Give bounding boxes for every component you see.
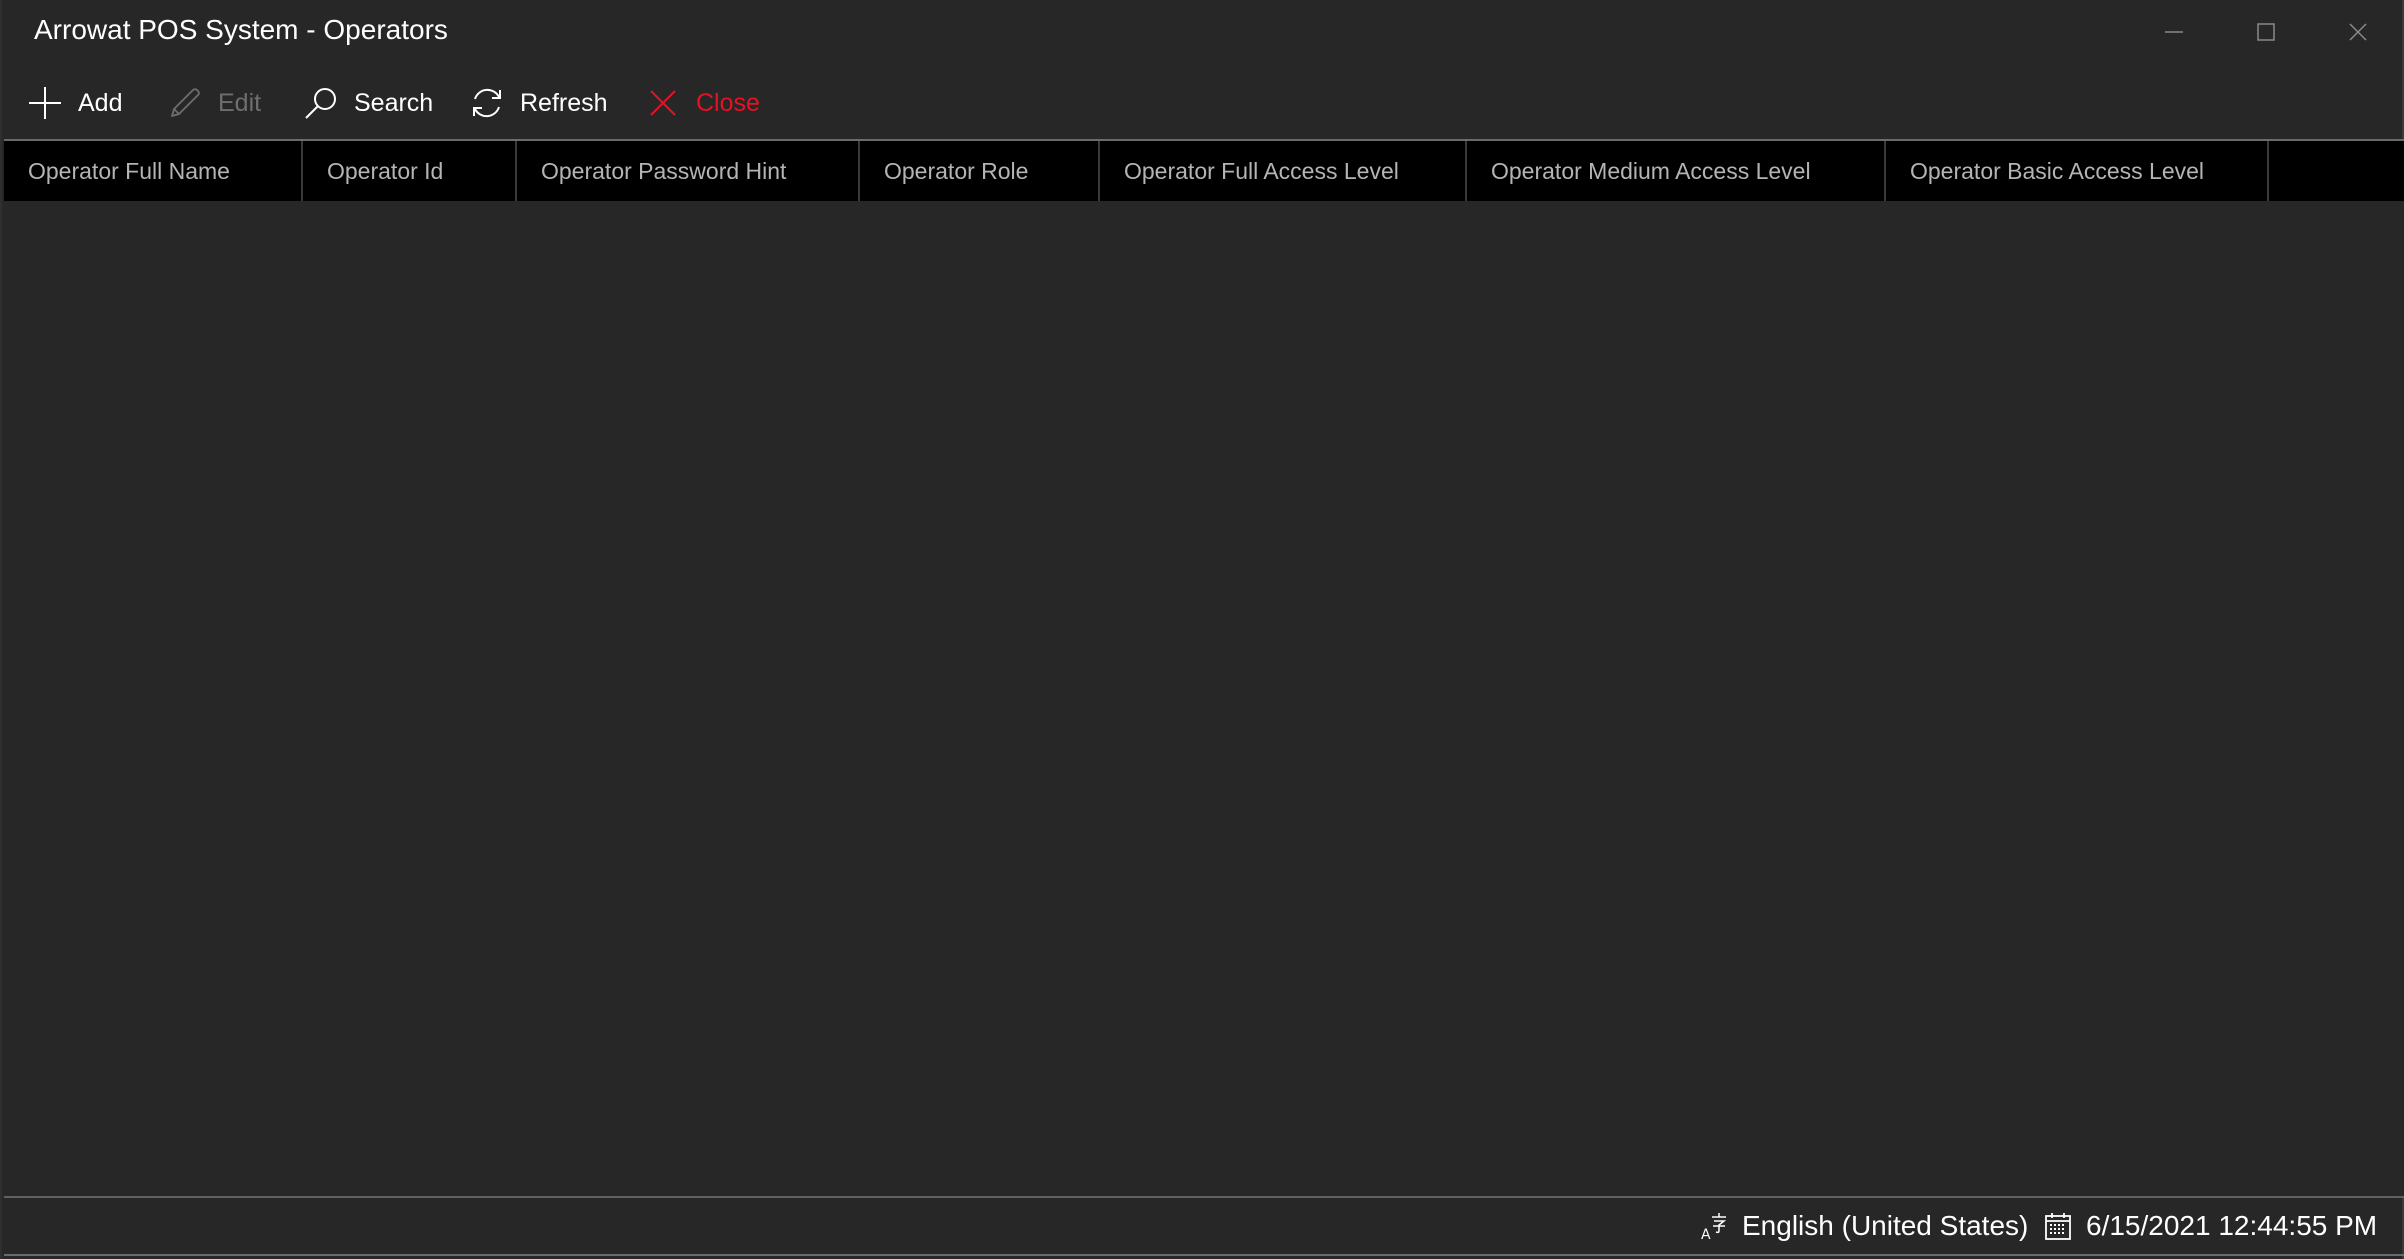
column-header-full-name[interactable]: Operator Full Name — [4, 141, 303, 201]
calendar-icon — [2044, 1211, 2072, 1241]
operators-window: Arrowat POS System - Operators Add Edit … — [0, 0, 2404, 1259]
minimize-icon — [2165, 31, 2183, 33]
language-icon: A — [1700, 1211, 1728, 1241]
edit-label: Edit — [218, 88, 262, 117]
close-button[interactable]: Close — [644, 70, 760, 136]
svg-text:A: A — [1701, 1227, 1711, 1241]
grid-body[interactable] — [4, 201, 2404, 1196]
language-indicator[interactable]: A English (United States) — [1700, 1198, 2028, 1254]
column-header-filler — [2269, 141, 2404, 201]
refresh-label: Refresh — [520, 88, 608, 117]
column-header-basic-access-level[interactable]: Operator Basic Access Level — [1886, 141, 2269, 201]
search-label: Search — [354, 88, 434, 117]
edit-button[interactable]: Edit — [166, 70, 261, 136]
grid-header: Operator Full Name Operator Id Operator … — [4, 139, 2404, 201]
column-header-operator-id[interactable]: Operator Id — [303, 141, 517, 201]
search-button[interactable]: Search — [302, 70, 433, 136]
close-label: Close — [696, 88, 760, 117]
pencil-icon — [166, 84, 204, 122]
plus-icon — [26, 84, 64, 122]
refresh-button[interactable]: Refresh — [468, 70, 608, 136]
title-bar[interactable]: Arrowat POS System - Operators — [2, 0, 2402, 64]
datetime-indicator: 6/15/2021 12:44:55 PM — [2044, 1198, 2377, 1254]
datetime-text: 6/15/2021 12:44:55 PM — [2086, 1210, 2378, 1241]
minimize-button[interactable] — [2128, 0, 2220, 64]
window-title: Arrowat POS System - Operators — [34, 14, 448, 45]
language-text: English (United States) — [1742, 1210, 2029, 1241]
column-header-medium-access-level[interactable]: Operator Medium Access Level — [1467, 141, 1886, 201]
column-header-password-hint[interactable]: Operator Password Hint — [517, 141, 860, 201]
maximize-icon — [2257, 23, 2275, 41]
toolbar: Add Edit Search Refresh Close — [2, 70, 2402, 136]
add-label: Add — [78, 88, 123, 117]
close-x-icon — [644, 84, 682, 122]
maximize-button[interactable] — [2220, 0, 2312, 64]
search-icon — [302, 84, 340, 122]
refresh-icon — [468, 84, 506, 122]
add-button[interactable]: Add — [26, 70, 122, 136]
status-bar: A English (United States) 6/15/2021 12:4… — [4, 1196, 2404, 1256]
column-header-role[interactable]: Operator Role — [860, 141, 1100, 201]
window-close-button[interactable] — [2312, 0, 2404, 64]
close-icon — [2349, 23, 2367, 41]
column-header-full-access-level[interactable]: Operator Full Access Level — [1100, 141, 1467, 201]
